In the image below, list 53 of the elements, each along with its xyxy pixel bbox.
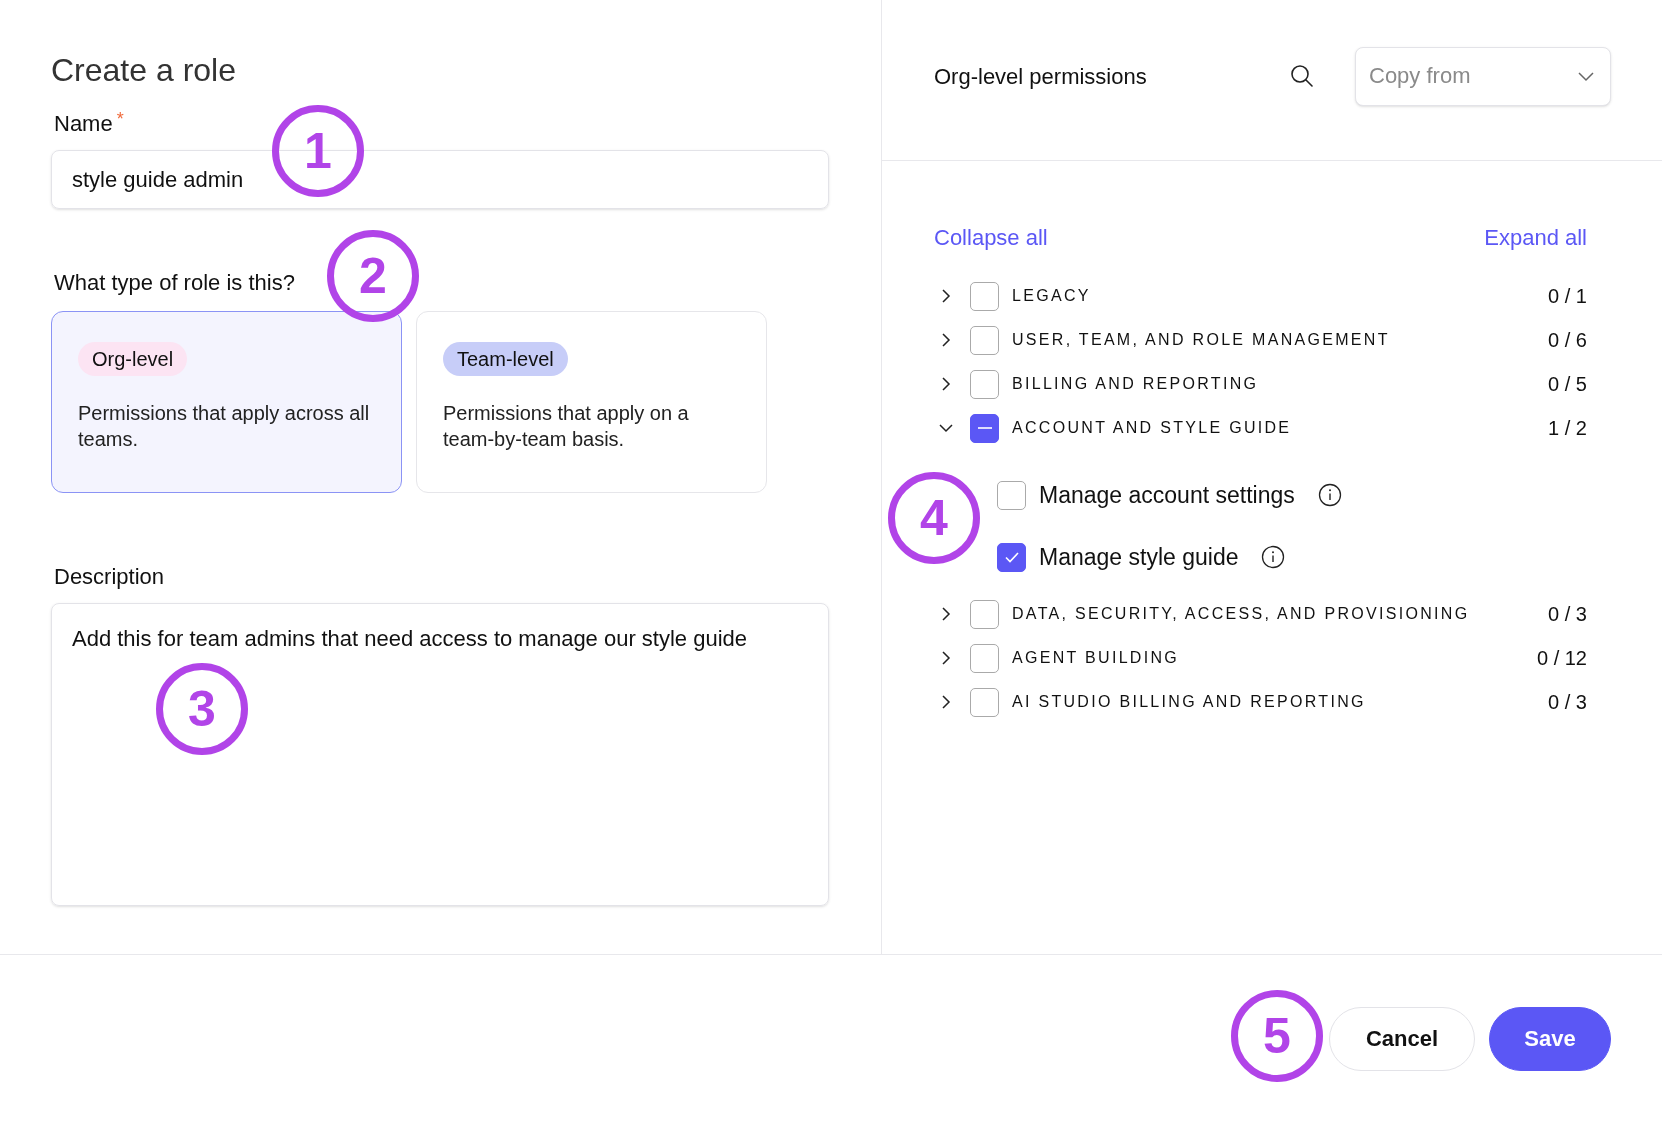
search-icon <box>1289 63 1315 89</box>
numbered-callout: 3 <box>156 663 248 755</box>
permission-group-label: USER, TEAM, AND ROLE MANAGEMENT <box>1012 330 1390 350</box>
description-label: Description <box>54 563 166 591</box>
info-icon[interactable] <box>1261 545 1286 569</box>
numbered-callout: 1 <box>272 105 364 197</box>
checkbox[interactable] <box>997 480 1026 510</box>
permission-count: 0 / 6 <box>1548 328 1587 353</box>
permission-group-label: BILLING AND REPORTING <box>1012 374 1259 394</box>
numbered-callout: 5 <box>1231 990 1323 1082</box>
chevron-down-icon <box>1577 70 1595 83</box>
checkbox[interactable] <box>970 369 999 399</box>
checkmark-icon <box>1004 551 1019 563</box>
required-mark: * <box>116 110 124 128</box>
permission-group-label: AI STUDIO BILLING AND REPORTING <box>1012 692 1366 712</box>
numbered-callout: 2 <box>327 230 419 322</box>
checkbox[interactable] <box>970 599 999 629</box>
numbered-callout: 4 <box>888 472 980 564</box>
cancel-button[interactable]: Cancel <box>1329 1006 1475 1071</box>
name-label: Name <box>54 110 113 138</box>
checkbox[interactable] <box>970 687 999 717</box>
role-type-description: Permissions that apply on a team-by-team basis. <box>443 401 690 452</box>
role-type-card[interactable]: Org-level Permissions that apply across all teams. <box>51 311 402 493</box>
save-button[interactable]: Save <box>1489 1006 1611 1071</box>
role-type-question: What type of role is this? <box>54 269 295 297</box>
copy-from-dropdown[interactable]: Copy from <box>1355 46 1611 106</box>
permissions-title: Org-level permissions <box>934 62 1147 91</box>
permission-group-label: DATA, SECURITY, ACCESS, AND PROVISIONING <box>1012 604 1470 624</box>
permission-group-label: ACCOUNT AND STYLE GUIDE <box>1012 418 1292 438</box>
collapse-all-link[interactable]: Collapse all <box>934 223 1048 253</box>
form-title: Create a role <box>51 51 237 90</box>
permission-count: 0 / 3 <box>1548 602 1587 627</box>
permission-count: 0 / 3 <box>1548 690 1587 715</box>
minus-icon <box>977 427 992 429</box>
role-type-description: Permissions that apply across all teams. <box>78 401 371 452</box>
permission-label: Manage account settings <box>1039 480 1295 510</box>
role-tag: Team-level <box>443 342 568 376</box>
checkbox[interactable] <box>970 325 999 355</box>
permission-count: 0 / 5 <box>1548 372 1587 397</box>
permission-label: Manage style guide <box>1039 542 1239 572</box>
info-icon[interactable] <box>1317 483 1342 507</box>
expand-all-link[interactable]: Expand all <box>1484 223 1587 253</box>
permission-group-label: AGENT BUILDING <box>1012 648 1180 668</box>
permission-count: 1 / 2 <box>1548 416 1587 441</box>
role-tag: Org-level <box>78 342 188 376</box>
permission-group-label: LEGACY <box>1012 286 1091 306</box>
checkbox[interactable] <box>970 281 999 311</box>
permission-count: 0 / 12 <box>1536 646 1587 671</box>
checkbox[interactable] <box>970 413 999 443</box>
checkbox[interactable] <box>970 643 999 673</box>
checkbox[interactable] <box>997 542 1026 572</box>
permission-count: 0 / 1 <box>1548 284 1587 309</box>
role-type-card[interactable]: Team-level Permissions that apply on a team-by-team basis. <box>416 311 767 493</box>
